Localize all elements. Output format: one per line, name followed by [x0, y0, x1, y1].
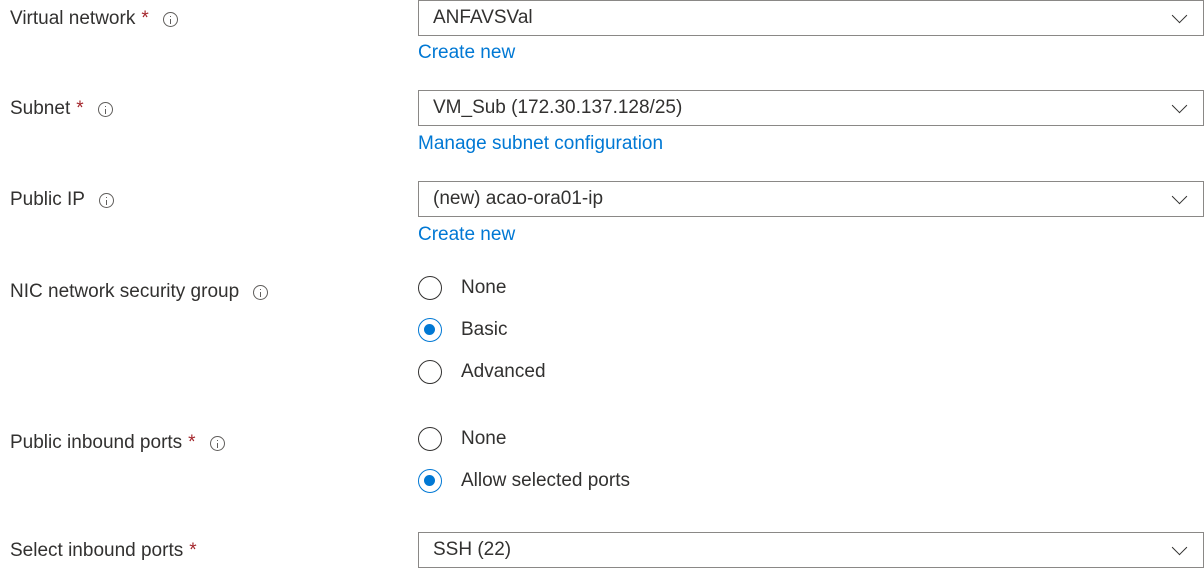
- manage-subnet-configuration-link[interactable]: Manage subnet configuration: [418, 133, 663, 155]
- required-asterisk: *: [141, 8, 149, 29]
- info-icon[interactable]: [209, 435, 225, 451]
- required-asterisk: *: [189, 540, 197, 561]
- select-inbound-ports-dropdown[interactable]: SSH (22): [418, 532, 1204, 568]
- public-ip-label: Public IP: [10, 189, 85, 210]
- nic-nsg-label-row: NIC network security group: [10, 281, 269, 303]
- radio-label: None: [461, 428, 507, 449]
- virtual-network-create-new-link[interactable]: Create new: [418, 42, 515, 64]
- radio-label: Advanced: [461, 361, 546, 382]
- nic-nsg-option-advanced[interactable]: Advanced: [418, 360, 546, 384]
- virtual-network-label: Virtual network: [10, 8, 136, 29]
- info-icon[interactable]: [97, 101, 113, 117]
- info-icon[interactable]: [253, 284, 269, 300]
- select-inbound-ports-value: SSH (22): [433, 539, 512, 560]
- public-ip-dropdown[interactable]: (new) acao-ora01-ip: [418, 181, 1204, 217]
- nic-nsg-option-basic[interactable]: Basic: [418, 318, 507, 342]
- radio-button-icon[interactable]: [418, 318, 442, 342]
- subnet-dropdown[interactable]: VM_Sub (172.30.137.128/25): [418, 90, 1204, 126]
- select-inbound-ports-label-row: Select inbound ports *: [10, 540, 197, 562]
- public-ip-value: (new) acao-ora01-ip: [433, 188, 604, 209]
- radio-button-icon[interactable]: [418, 360, 442, 384]
- virtual-network-label-row: Virtual network *: [10, 8, 178, 30]
- public-inbound-ports-label: Public inbound ports: [10, 432, 183, 453]
- subnet-label: Subnet: [10, 98, 71, 119]
- virtual-network-value: ANFAVSVal: [433, 7, 533, 28]
- required-asterisk: *: [76, 98, 84, 119]
- radio-button-icon[interactable]: [418, 427, 442, 451]
- select-inbound-ports-label: Select inbound ports: [10, 540, 184, 561]
- radio-button-icon[interactable]: [418, 469, 442, 493]
- public-inbound-ports-label-row: Public inbound ports *: [10, 432, 225, 454]
- virtual-network-dropdown[interactable]: ANFAVSVal: [418, 0, 1204, 36]
- inbound-ports-option-allow-selected[interactable]: Allow selected ports: [418, 469, 630, 493]
- radio-label: None: [461, 277, 507, 298]
- nic-nsg-label: NIC network security group: [10, 281, 240, 302]
- required-asterisk: *: [188, 432, 196, 453]
- subnet-label-row: Subnet *: [10, 98, 113, 120]
- public-ip-create-new-link[interactable]: Create new: [418, 224, 515, 246]
- radio-label: Basic: [461, 319, 508, 340]
- inbound-ports-option-none[interactable]: None: [418, 427, 506, 451]
- subnet-value: VM_Sub (172.30.137.128/25): [433, 97, 683, 118]
- info-icon[interactable]: [98, 192, 114, 208]
- info-icon[interactable]: [162, 11, 178, 27]
- nic-nsg-option-none[interactable]: None: [418, 276, 506, 300]
- public-ip-label-row: Public IP: [10, 189, 114, 211]
- radio-label: Allow selected ports: [461, 470, 630, 491]
- radio-button-icon[interactable]: [418, 276, 442, 300]
